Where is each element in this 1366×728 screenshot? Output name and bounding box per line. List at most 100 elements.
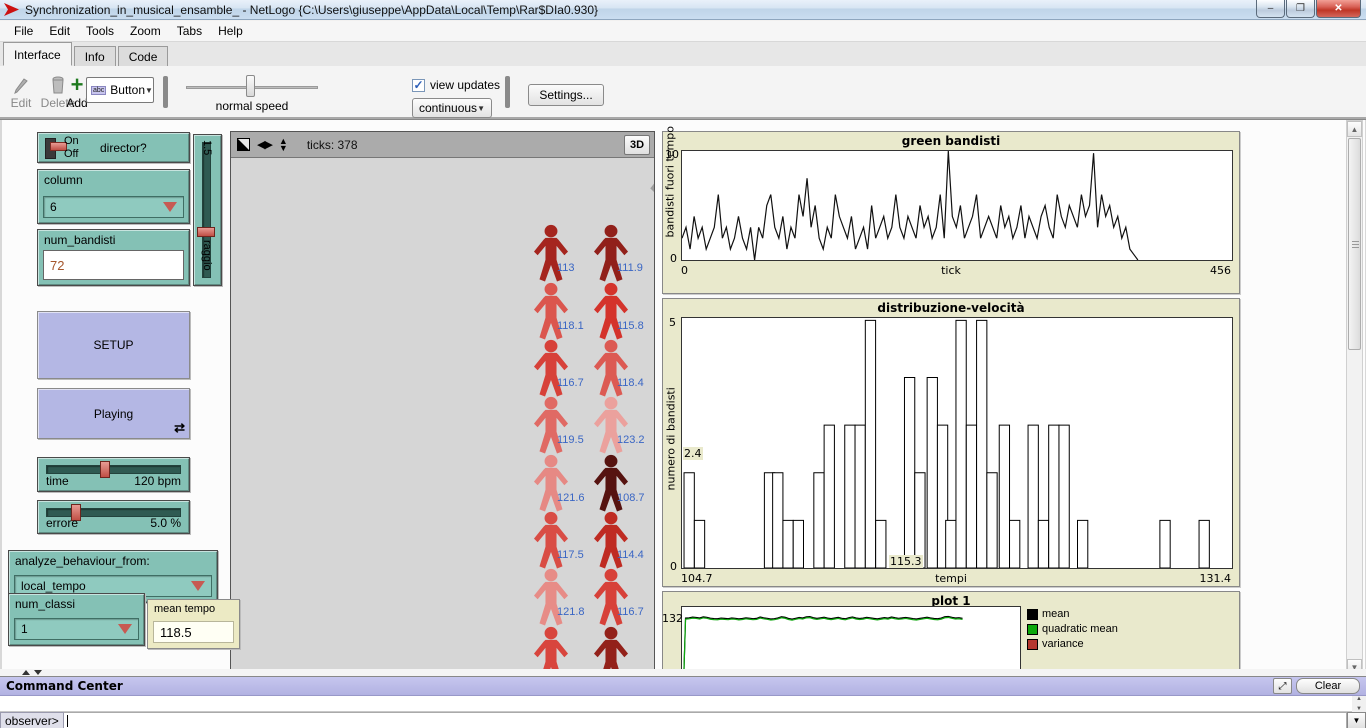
splitter-up-icon[interactable] (22, 670, 30, 675)
chevron-down-icon (191, 581, 205, 591)
chevron-down-icon (118, 624, 132, 634)
splitter-down-icon[interactable] (34, 670, 42, 675)
input-num-bandisti[interactable]: num_bandisti 72 (37, 229, 190, 286)
turtle-tempo-label: 118.4 (617, 377, 644, 389)
plot-canvas (681, 606, 1021, 677)
interface-vertical-scrollbar[interactable]: ▲ ▼ (1346, 120, 1363, 676)
legend-label: mean (1042, 608, 1070, 620)
close-button[interactable]: ✕ (1316, 0, 1361, 18)
restore-button[interactable]: ❐ (1286, 0, 1315, 18)
abc-icon: abc (91, 86, 106, 95)
slider-handle[interactable] (197, 227, 215, 237)
slider-errore[interactable]: errore 5.0 % (37, 500, 190, 534)
widget-type-select[interactable]: abc Button ▼ (86, 77, 154, 103)
pencil-icon (6, 74, 36, 96)
chooser-value[interactable]: 1 (14, 618, 139, 640)
scroll-up-icon[interactable]: ▲ (1347, 121, 1362, 137)
world-view: ◀▶ ▲▼ ticks: 378 3D 119.2113111.91141161… (230, 131, 655, 677)
menu-item-zoom[interactable]: Zoom (122, 22, 169, 40)
scrollbar-thumb[interactable] (1348, 138, 1361, 350)
menu-item-tools[interactable]: Tools (78, 22, 122, 40)
agent-type-dropdown[interactable]: ▼ (1347, 712, 1366, 728)
view-canvas[interactable]: 119.2113111.9114116119.6118.5118.1115.81… (231, 158, 654, 676)
view-3d-button[interactable]: 3D (624, 135, 650, 155)
chevron-down-icon (163, 202, 177, 212)
clear-button[interactable]: Clear (1296, 678, 1360, 694)
plot-legend: mean quadratic mean variance (1027, 608, 1118, 653)
turtle-tempo-label: 114.4 (617, 549, 644, 561)
chooser-value[interactable]: 6 (43, 196, 184, 218)
vertical-arrows-icon[interactable]: ▲▼ (279, 138, 288, 152)
edit-widget-button[interactable]: Edit (6, 74, 36, 110)
slider-track[interactable] (46, 465, 181, 474)
monitor-value: 118.5 (153, 621, 234, 643)
bandista-turtle: 113.5 (648, 282, 654, 340)
turtle-tempo-label: 116.7 (617, 606, 644, 618)
setup-button[interactable]: SETUP (37, 311, 190, 379)
bandista-turtle: 121.8 (528, 568, 574, 626)
horizontal-arrows-icon[interactable]: ◀▶ (257, 138, 272, 151)
turtle-tempo-label: 117.5 (557, 549, 584, 561)
title-bar[interactable]: Synchronization_in_musical_ensamble_ - N… (0, 0, 1366, 20)
chooser-column[interactable]: column 6 (37, 169, 190, 224)
output-scrollbar[interactable]: ▲▼ (1352, 696, 1366, 712)
input-field[interactable]: 72 (43, 250, 184, 280)
observer-prompt[interactable]: observer> (0, 712, 64, 728)
command-input[interactable] (64, 712, 1347, 728)
command-center-header: Command Center ⤢ Clear (0, 677, 1366, 696)
legend-swatch-icon (1027, 624, 1038, 635)
tab-info[interactable]: Info (74, 46, 116, 66)
y-tick: 132 (662, 612, 683, 625)
minimize-button[interactable]: – (1256, 0, 1285, 18)
slider-time[interactable]: time 120 bpm (37, 457, 190, 492)
speed-slider-thumb[interactable] (246, 75, 255, 97)
legend-item: quadratic mean (1027, 623, 1118, 635)
legend-swatch-icon (1027, 609, 1038, 620)
netlogo-logo-icon (4, 3, 19, 16)
bandista-turtle: 116.8 (648, 568, 654, 626)
menu-item-help[interactable]: Help (210, 22, 251, 40)
toolbar-separator (163, 76, 168, 108)
detach-icon[interactable]: ⤢ (1273, 678, 1292, 694)
tab-interface[interactable]: Interface (3, 42, 72, 66)
bandista-turtle: 123.2 (588, 396, 634, 454)
speed-label: normal speed (186, 99, 318, 113)
checkmark-icon[interactable]: ✓ (412, 79, 425, 92)
chevron-down-icon: ▼ (477, 104, 485, 113)
resize-view-icon[interactable] (237, 138, 250, 151)
view-updates-checkbox[interactable]: ✓ view updates (412, 78, 500, 92)
settings-button[interactable]: Settings... (528, 84, 604, 106)
command-output[interactable] (0, 696, 1352, 712)
tab-code[interactable]: Code (118, 46, 169, 66)
y-axis-label: bandisti fuori tempo (664, 168, 677, 238)
menu-item-tabs[interactable]: Tabs (169, 22, 210, 40)
command-input-row: observer> ▼ (0, 712, 1366, 728)
playing-button[interactable]: Playing ⇄ (37, 388, 190, 439)
slider-raggio[interactable]: 1.5 raggio (193, 134, 222, 286)
x-tick: 456 (1210, 264, 1231, 277)
x-axis-label: tick (663, 264, 1239, 277)
legend-item: mean (1027, 608, 1118, 620)
menu-item-edit[interactable]: Edit (41, 22, 78, 40)
turtle-tempo-label: 108.7 (617, 492, 645, 504)
y-tick: 2.4 (683, 447, 703, 460)
turtle-tempo-label: 111.9 (617, 262, 643, 274)
chooser-num-classi[interactable]: num_classi 1 (8, 593, 145, 646)
slider-value: 120 bpm (134, 474, 181, 488)
menu-item-file[interactable]: File (6, 22, 41, 40)
menu-bar: File Edit Tools Zoom Tabs Help (0, 21, 1366, 42)
switch-director[interactable]: On Off director? (37, 132, 190, 163)
slider-value: 1.5 (201, 140, 213, 155)
plot-canvas (681, 150, 1233, 261)
legend-item: variance (1027, 638, 1118, 650)
slider-label: errore (46, 516, 78, 530)
switch-track[interactable] (45, 138, 56, 159)
legend-label: variance (1042, 638, 1084, 650)
interface-panel: On Off director? column 6 num_bandisti 7… (0, 119, 1366, 676)
monitor-mean-tempo: mean tempo 118.5 (147, 599, 240, 649)
plot-canvas (681, 317, 1233, 569)
chooser-label: column (38, 170, 189, 188)
turtle-tempo-label: 123.2 (617, 434, 645, 446)
command-center-splitter[interactable] (0, 669, 1366, 676)
update-mode-select[interactable]: continuous ▼ (412, 98, 492, 118)
